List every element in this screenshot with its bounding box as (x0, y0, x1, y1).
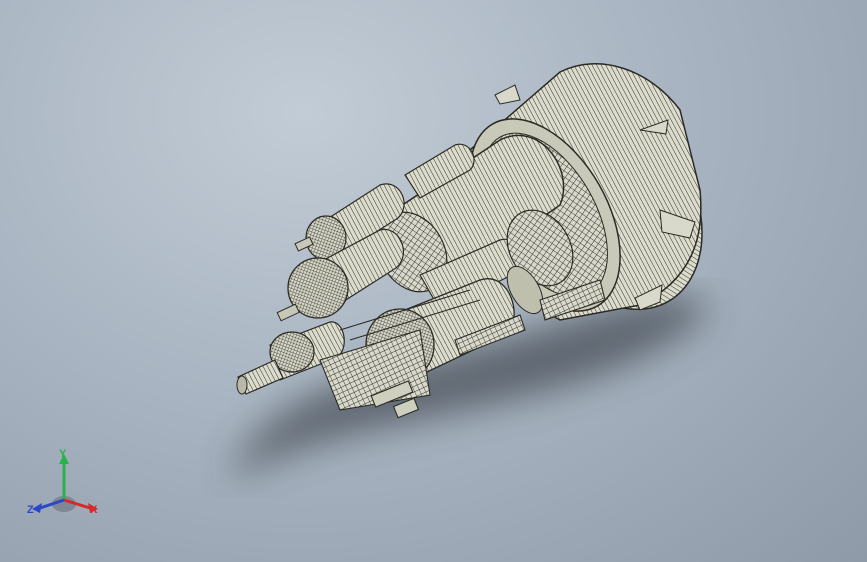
x-axis-label: X (90, 504, 98, 516)
model-render[interactable] (0, 0, 867, 562)
z-axis-label: Z (27, 504, 34, 516)
y-axis-label: Y (59, 448, 67, 460)
orientation-triad[interactable]: Y X Z (22, 448, 112, 528)
graphics-viewport[interactable]: Y X Z (0, 0, 867, 562)
triad-arrows (32, 454, 98, 513)
